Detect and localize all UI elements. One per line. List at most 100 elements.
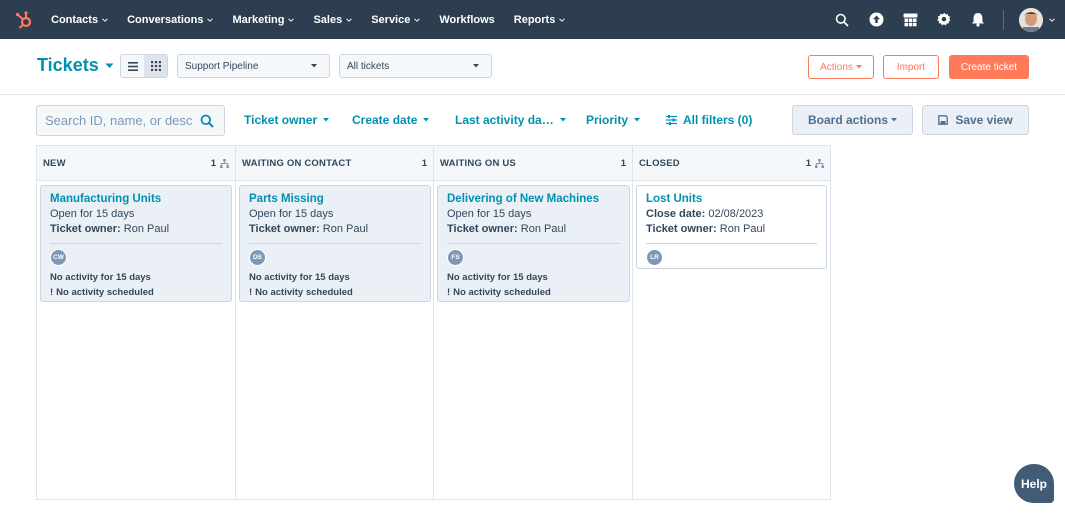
settings-icon[interactable] [935, 11, 953, 29]
nav-right-tools [817, 0, 1065, 39]
last-activity-text: No activity for 15 days [50, 272, 151, 283]
ticket-owner: Ticket owner: Ron Paul [447, 223, 567, 235]
ticket-card[interactable]: Parts Missing Open for 15 days Ticket ow… [239, 185, 431, 302]
caret-down-icon [423, 118, 430, 122]
ticket-owner-filter[interactable]: Ticket owner [244, 113, 330, 127]
caret-down-icon [105, 63, 114, 68]
caret-down-icon [891, 118, 897, 122]
caret-down-icon [323, 118, 330, 122]
pipeline-select[interactable]: Support Pipeline [177, 54, 330, 78]
chevron-down-icon [414, 17, 421, 22]
caret-down-icon [311, 64, 317, 68]
page-title[interactable]: Tickets [37, 55, 114, 76]
all-filters-button[interactable]: All filters (0) [666, 113, 752, 127]
view-toggle [120, 54, 168, 78]
top-navigation-bar: Contacts Conversations Marketing Sales S… [0, 0, 1065, 39]
nav-separator [1003, 9, 1004, 30]
caret-down-icon [634, 118, 641, 122]
automation-icon[interactable] [815, 158, 824, 168]
ticket-owner: Ticket owner: Ron Paul [249, 223, 369, 235]
notifications-icon[interactable] [969, 11, 987, 29]
column-count: 1 [421, 157, 427, 169]
last-activity-text: No activity for 15 days [249, 272, 350, 283]
view-select[interactable]: All tickets [339, 54, 492, 78]
ticket-card[interactable]: Delivering of New Machines Open for 15 d… [437, 185, 630, 302]
import-button[interactable]: Import [883, 55, 939, 79]
nav-item-sales[interactable]: Sales [313, 14, 353, 26]
search-icon[interactable] [200, 114, 214, 128]
board-column-waiting-on-us: WAITING ON US 1 Delivering of New Machin… [434, 146, 633, 499]
priority-filter[interactable]: Priority [586, 113, 641, 127]
caret-down-icon [473, 64, 479, 68]
actions-button[interactable]: Actions [808, 55, 874, 79]
automation-icon[interactable] [220, 158, 229, 168]
board-column-waiting-on-contact: WAITING ON CONTACT 1 Parts Missing Open … [236, 146, 434, 499]
column-title: NEW [43, 157, 66, 169]
ticket-card[interactable]: Lost Units Close date: 02/08/2023 Ticket… [636, 185, 827, 269]
last-activity-text: No activity for 15 days [447, 272, 548, 283]
board-column-closed: CLOSED 1 Lost Units Close date: 02/08/20… [633, 146, 830, 499]
next-activity: ! No activity scheduled [447, 287, 551, 298]
column-header: CLOSED 1 [633, 146, 830, 181]
search-box [36, 105, 225, 136]
upgrade-icon[interactable] [867, 11, 885, 29]
board-column-new: NEW 1 Manufacturing Units Open for 15 da… [37, 146, 236, 499]
nav-item-conversations[interactable]: Conversations [127, 14, 214, 26]
avatar[interactable]: CW [50, 249, 67, 266]
card-divider [646, 243, 817, 244]
board-view-icon[interactable] [144, 55, 167, 77]
ticket-title-link[interactable]: Manufacturing Units [50, 192, 222, 207]
column-title: WAITING ON CONTACT [242, 157, 352, 169]
next-activity: ! No activity scheduled [249, 287, 353, 298]
list-view-icon[interactable] [121, 55, 144, 77]
ticket-board: NEW 1 Manufacturing Units Open for 15 da… [36, 145, 831, 500]
column-title: CLOSED [639, 157, 680, 169]
ticket-owner: Ticket owner: Ron Paul [50, 223, 170, 235]
ticket-title-link[interactable]: Parts Missing [249, 192, 421, 207]
chevron-down-icon [288, 17, 295, 22]
ticket-close-date: Close date: 02/08/2023 [646, 208, 764, 220]
ticket-open-duration: Open for 15 days [447, 208, 532, 220]
page-header: Tickets Support Pipeline All tickets Act… [0, 39, 1065, 95]
ticket-title-link[interactable]: Lost Units [646, 192, 817, 207]
last-activity-date-filter[interactable]: Last activity da… [455, 113, 566, 127]
avatar[interactable]: DS [249, 249, 266, 266]
caret-down-icon [559, 118, 566, 122]
avatar[interactable]: FS [447, 249, 464, 266]
hubspot-logo-icon[interactable] [14, 10, 34, 30]
warning-icon: ! [249, 287, 253, 298]
save-view-button[interactable]: Save view [922, 105, 1029, 135]
column-header: WAITING ON US 1 [434, 146, 632, 181]
ticket-open-duration: Open for 15 days [249, 208, 334, 220]
chevron-down-icon[interactable] [1049, 17, 1055, 23]
column-count: 1 [620, 157, 626, 169]
nav-item-reports[interactable]: Reports [514, 14, 566, 26]
ticket-card[interactable]: Manufacturing Units Open for 15 days Tic… [40, 185, 232, 302]
column-header: WAITING ON CONTACT 1 [236, 146, 433, 181]
filter-sliders-icon [666, 115, 677, 125]
column-header: NEW 1 [37, 146, 235, 181]
user-avatar[interactable] [1019, 7, 1043, 32]
save-icon [938, 115, 949, 125]
ticket-owner: Ticket owner: Ron Paul [646, 223, 766, 235]
avatar[interactable]: LR [646, 249, 663, 266]
marketplace-icon[interactable] [901, 11, 919, 29]
card-divider [447, 243, 620, 244]
column-title: WAITING ON US [440, 157, 516, 169]
nav-item-workflows[interactable]: Workflows [439, 14, 494, 26]
chevron-down-icon [207, 17, 214, 22]
nav-item-marketing[interactable]: Marketing [232, 14, 295, 26]
card-divider [50, 243, 222, 244]
chevron-down-icon [346, 17, 353, 22]
create-date-filter[interactable]: Create date [352, 113, 430, 127]
create-ticket-button[interactable]: Create ticket [949, 55, 1029, 79]
chevron-down-icon [559, 17, 566, 22]
chevron-down-icon [102, 17, 108, 22]
search-input[interactable] [45, 113, 195, 128]
search-icon[interactable] [833, 11, 851, 29]
help-button[interactable]: Help [1014, 464, 1054, 503]
board-actions-button[interactable]: Board actions [792, 105, 913, 135]
ticket-title-link[interactable]: Delivering of New Machines [447, 192, 620, 207]
nav-item-service[interactable]: Service [371, 14, 421, 26]
nav-item-contacts[interactable]: Contacts [51, 14, 108, 26]
